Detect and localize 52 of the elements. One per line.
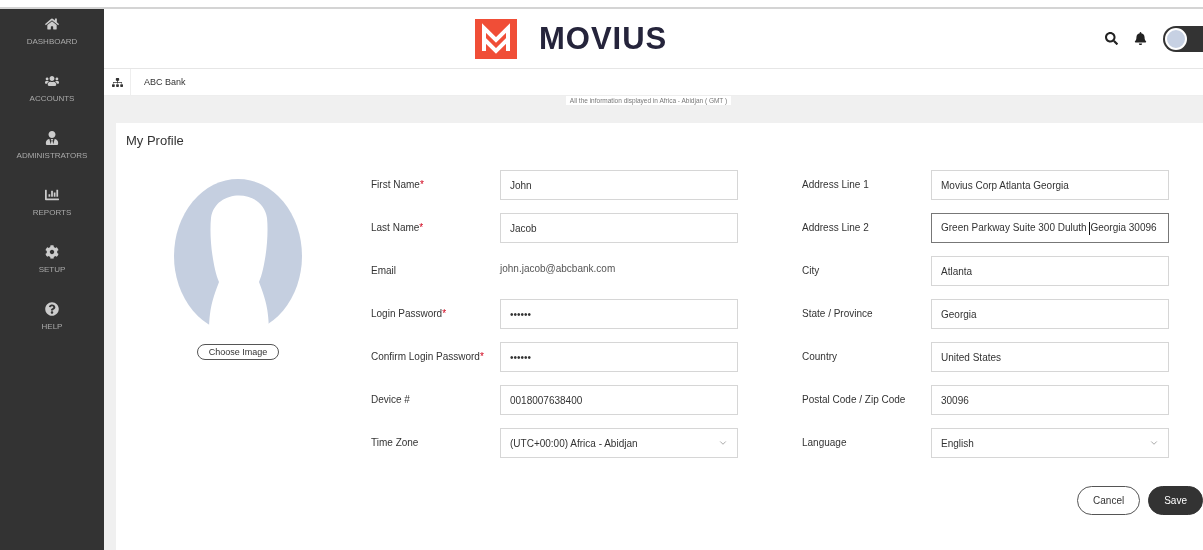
logo-text: MOVIUS: [539, 21, 668, 57]
field-label: Address Line 1: [802, 178, 870, 192]
text-input[interactable]: Green Parkway Suite 300 Duluth Georgia 30096: [931, 213, 1169, 243]
field-label: City: [802, 264, 821, 278]
text-input[interactable]: 30096: [931, 385, 1169, 415]
field-label: Time Zone: [371, 436, 420, 450]
chevron-down-icon: [718, 438, 728, 448]
logo-icon: [475, 19, 517, 59]
field-label: Login Password*: [371, 307, 448, 321]
page-title: My Profile: [126, 133, 185, 148]
text-input[interactable]: ••••••: [500, 299, 738, 329]
nav-item[interactable]: HELP: [41, 302, 63, 331]
search-icon[interactable]: [1105, 32, 1118, 45]
field-value: john.jacob@abcbank.com: [500, 262, 616, 274]
dropdown-select[interactable]: (UTC+00:00) Africa - Abidjan: [500, 428, 738, 458]
text-input[interactable]: ••••••: [500, 342, 738, 372]
nav-item[interactable]: DASHBOARD: [26, 17, 78, 46]
field-label: Language: [802, 436, 848, 450]
bell-icon[interactable]: [1134, 32, 1147, 45]
dropdown-select[interactable]: English: [931, 428, 1169, 458]
chevron-down-icon: [1149, 438, 1159, 448]
save-button[interactable]: Save: [1148, 486, 1203, 515]
help-icon: [45, 302, 59, 316]
home-icon: [45, 17, 59, 31]
nav-item[interactable]: ACCOUNTS: [29, 74, 75, 103]
field-label: Last Name*: [371, 221, 425, 235]
text-input[interactable]: United States: [931, 342, 1169, 372]
settings-icon: [45, 245, 59, 259]
breadcrumb-link[interactable]: ABC Bank: [144, 77, 186, 87]
nav-item[interactable]: ADMINISTRATORS: [16, 131, 88, 160]
text-input[interactable]: Jacob: [500, 213, 738, 243]
people-icon: [45, 74, 59, 88]
person-icon: [45, 131, 59, 145]
field-label: Address Line 2: [802, 221, 870, 235]
field-label: First Name*: [371, 178, 425, 192]
field-label: Device #: [371, 393, 411, 407]
field-label: Confirm Login Password*: [371, 350, 485, 364]
text-input[interactable]: Atlanta: [931, 256, 1169, 286]
choose-image-button[interactable]: Choose Image: [196, 344, 280, 360]
profile-menu[interactable]: [1163, 25, 1203, 52]
field-label: Email: [371, 264, 397, 278]
field-label: Country: [802, 350, 838, 364]
nav-item[interactable]: REPORTS: [32, 188, 72, 217]
bar-chart-icon: [45, 188, 59, 202]
text-input[interactable]: 0018007638400: [500, 385, 738, 415]
text-input[interactable]: Movius Corp Atlanta Georgia: [931, 170, 1169, 200]
text-input[interactable]: John: [500, 170, 738, 200]
field-label: Postal Code / Zip Code: [802, 393, 907, 407]
cancel-button[interactable]: Cancel: [1077, 486, 1141, 515]
text-input[interactable]: Georgia: [931, 299, 1169, 329]
field-label: State / Province: [802, 307, 874, 321]
nav-item[interactable]: SETUP: [38, 245, 66, 274]
